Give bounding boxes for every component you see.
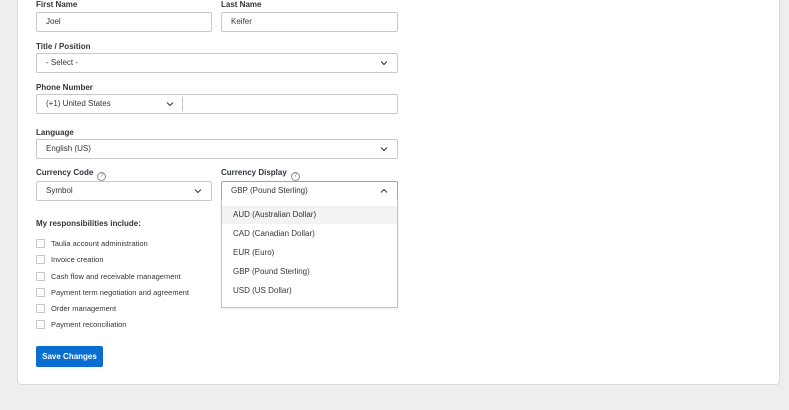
currency-code-label-text: Currency Code (36, 168, 94, 177)
currency-code-label: Currency Code? (36, 168, 107, 181)
currency-display-select[interactable]: GBP (Pound Sterling) (221, 181, 398, 201)
chevron-down-icon (166, 100, 174, 108)
responsibilities-heading: My responsibilities include: (36, 219, 141, 228)
dropdown-option[interactable]: EUR (Euro) (222, 244, 397, 262)
title-position-select[interactable]: - Select - (36, 53, 398, 73)
responsibility-checkbox[interactable] (36, 272, 45, 281)
title-position-label: Title / Position (36, 42, 91, 51)
responsibility-label: Taulia account administration (51, 239, 148, 248)
currency-code-value: Symbol (46, 186, 73, 195)
dropdown-option[interactable]: AUD (Australian Dollar) (222, 206, 397, 224)
chevron-down-icon (380, 145, 388, 153)
dropdown-option[interactable]: GBP (Pound Sterling) (222, 263, 397, 281)
currency-display-dropdown: AUD (Australian Dollar) CAD (Canadian Do… (221, 200, 398, 308)
phone-country-select[interactable]: (+1) United States (37, 95, 182, 113)
currency-display-label: Currency Display? (221, 168, 300, 181)
currency-display-label-text: Currency Display (221, 168, 287, 177)
title-position-value: - Select - (46, 58, 79, 67)
first-name-label: First Name (36, 0, 78, 9)
responsibility-label: Cash flow and receivable management (51, 272, 181, 281)
responsibility-checkbox[interactable] (36, 239, 45, 248)
language-select[interactable]: English (US) (36, 139, 398, 159)
responsibility-label: Order management (51, 304, 117, 313)
currency-code-select[interactable]: Symbol (36, 181, 212, 201)
responsibility-checkbox[interactable] (36, 320, 45, 329)
responsibility-label: Payment reconciliation (51, 320, 127, 329)
question-circle-icon[interactable]: ? (97, 172, 107, 181)
dropdown-option[interactable]: CAD (Canadian Dollar) (222, 225, 397, 243)
save-changes-button[interactable]: Save Changes (36, 346, 103, 367)
phone-number-label: Phone Number (36, 83, 93, 92)
chevron-down-icon (380, 59, 388, 67)
language-label: Language (36, 128, 74, 137)
responsibility-checkbox[interactable] (36, 304, 45, 313)
phone-number-input[interactable] (183, 95, 397, 113)
phone-number-group: (+1) United States (36, 94, 398, 114)
chevron-down-icon (194, 187, 202, 195)
currency-display-value: GBP (Pound Sterling) (231, 186, 308, 195)
responsibility-checkbox[interactable] (36, 288, 45, 297)
question-circle-icon[interactable]: ? (290, 172, 300, 181)
chevron-up-icon (380, 187, 388, 195)
responsibility-label: Payment term negotiation and agreement (51, 288, 189, 297)
dropdown-option[interactable]: USD (US Dollar) (222, 282, 397, 300)
last-name-input[interactable]: Keifer (221, 12, 398, 32)
language-value: English (US) (46, 144, 91, 153)
first-name-input[interactable]: Joel (36, 12, 212, 32)
last-name-label: Last Name (221, 0, 262, 9)
responsibility-label: Invoice creation (51, 255, 104, 264)
responsibility-checkbox[interactable] (36, 255, 45, 264)
phone-country-value: (+1) United States (46, 99, 111, 108)
